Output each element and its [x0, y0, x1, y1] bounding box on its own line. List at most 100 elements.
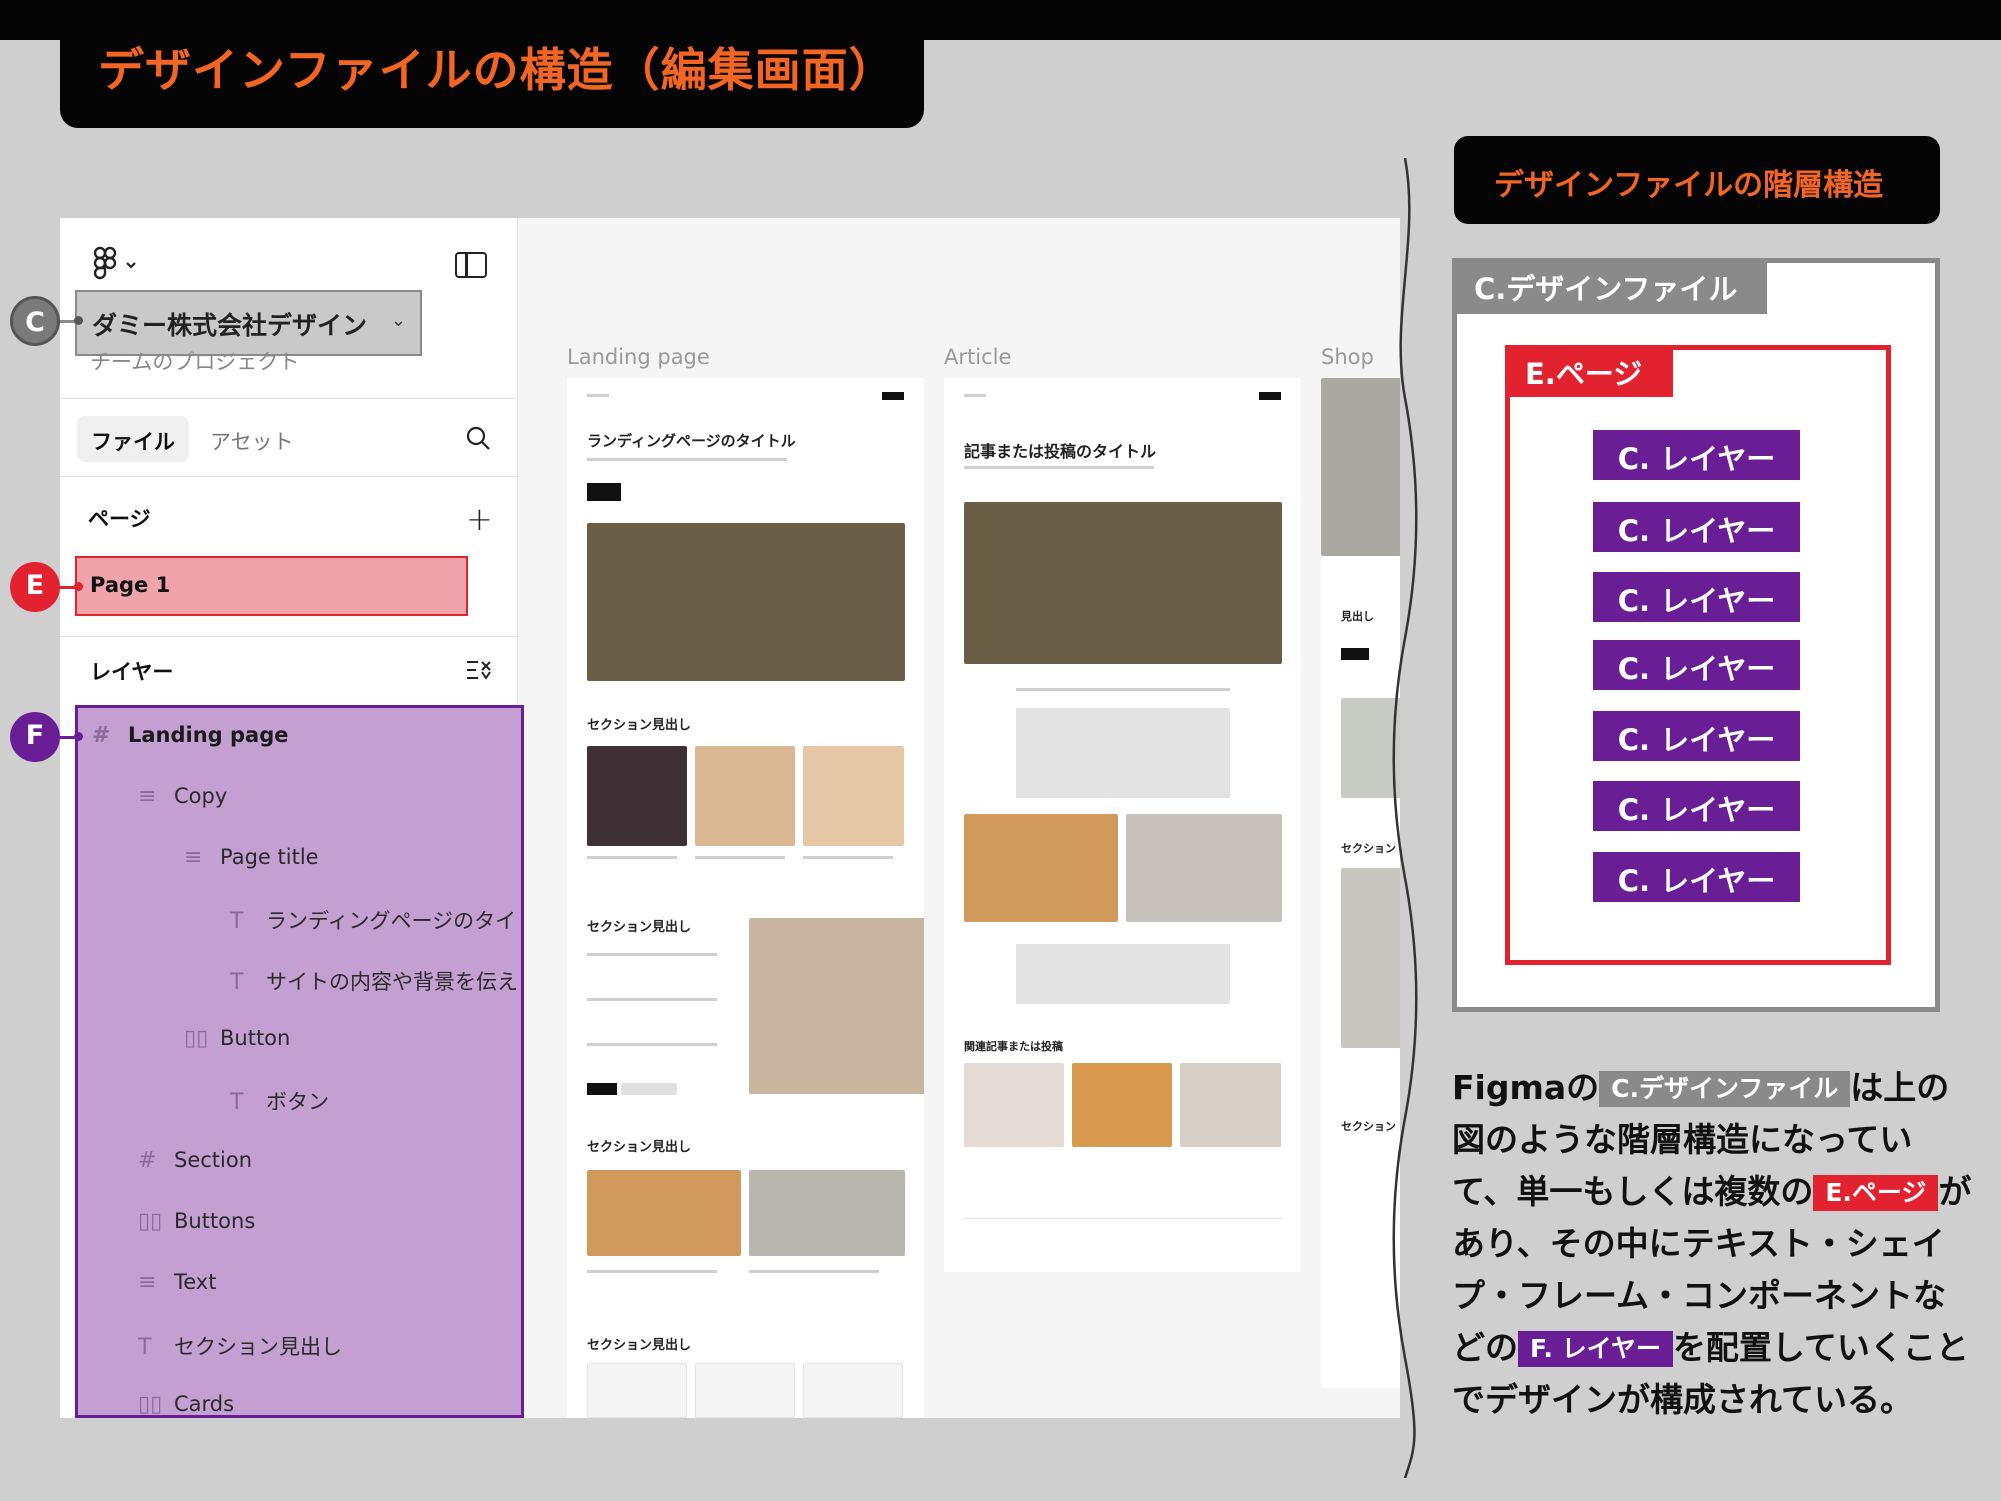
marker-f: F: [10, 712, 60, 762]
auto-layout-icon: ≡: [184, 845, 203, 870]
figma-logo-icon[interactable]: [93, 246, 153, 286]
layer-label: Page title: [220, 845, 319, 869]
layer-tag: F. レイヤー: [1518, 1331, 1673, 1367]
testimonial-card: [803, 1363, 903, 1418]
wavy-divider: [1392, 158, 1418, 1478]
layer-item[interactable]: T ランディングページのタイ: [230, 905, 516, 945]
text-line: [695, 856, 785, 859]
layer-chip: C. レイヤー: [1593, 781, 1800, 831]
landing-title: ランディングページのタイトル: [587, 432, 796, 450]
layer-label: Text: [174, 1270, 217, 1294]
layer-chip: C. レイヤー: [1593, 711, 1800, 761]
footer-divider: [964, 1218, 1282, 1219]
section-image: [749, 918, 924, 1094]
related-image: [1180, 1063, 1281, 1147]
section-image: [749, 1170, 905, 1256]
text-line: [1016, 688, 1230, 691]
team-name: チームのプロジェクト: [90, 350, 300, 374]
page-item-page-1[interactable]: Page 1: [75, 556, 468, 616]
page-box: E.ページ C. レイヤー C. レイヤー C. レイヤー C. レイヤー C.…: [1505, 345, 1891, 965]
add-page-icon[interactable]: +: [466, 500, 493, 538]
layer-label: Copy: [174, 784, 228, 808]
article-frame[interactable]: 記事または投稿のタイトル 関連記事または投稿: [944, 378, 1301, 1272]
marker-dot: [74, 732, 83, 741]
layer-chip: C. レイヤー: [1593, 502, 1800, 552]
frame-icon: #: [92, 723, 111, 748]
section-heading: セクション見出し: [587, 920, 692, 935]
frame-label-article[interactable]: Article: [944, 345, 1011, 369]
layer-item[interactable]: T ボタン: [230, 1086, 329, 1126]
marker-dot: [74, 316, 83, 325]
layer-label: ランディングページのタイ: [266, 909, 517, 933]
body-text-block: [1016, 708, 1230, 798]
landing-page-frame[interactable]: ランディングページのタイトル セクション見出し セクション見出し セクション見出…: [567, 378, 924, 1418]
layer-item[interactable]: ≡ Page title: [184, 845, 319, 885]
layer-item[interactable]: T セクション見出し: [138, 1331, 342, 1371]
mini-button: [621, 1083, 677, 1095]
left-sidebar: ダミー株式会社デザイン ⌄ チームのプロジェクト ファイル アセット ページ +…: [60, 218, 524, 1418]
title-banner: デザインファイルの構造（編集画面）: [60, 0, 924, 128]
layer-item[interactable]: ▯▯ Buttons: [138, 1209, 255, 1249]
component-icon: ▯▯: [184, 1026, 209, 1051]
layer-label: サイトの内容や背景を伝え: [266, 970, 518, 994]
layer-item[interactable]: T サイトの内容や背景を伝え: [230, 966, 518, 1006]
page-label: E.ページ: [1505, 345, 1673, 397]
nav-button: [882, 392, 904, 400]
frame-label-shop[interactable]: Shop: [1321, 345, 1374, 369]
layer-item[interactable]: ≡ Copy: [138, 784, 227, 824]
layer-chip: C. レイヤー: [1593, 852, 1800, 902]
panel-toggle-icon[interactable]: [455, 252, 487, 278]
section-heading: セクション見出し: [587, 718, 692, 733]
tab-assets[interactable]: アセット: [210, 426, 294, 456]
marker-c: C: [10, 296, 60, 346]
layer-sort-icon[interactable]: [466, 658, 492, 682]
page-tag: E.ページ: [1813, 1175, 1939, 1211]
shop-heading: 見出し: [1341, 610, 1374, 623]
layer-item[interactable]: # Landing page: [92, 723, 289, 763]
layer-label: Buttons: [174, 1209, 256, 1233]
related-image: [964, 1063, 1064, 1147]
section-heading: セクション見出し: [587, 1140, 692, 1155]
text-line: [964, 466, 1154, 469]
layer-tree: # Landing page ≡ Copy ≡ Page title T ランディングペ…: [75, 705, 524, 1418]
layer-label: ボタン: [266, 1090, 329, 1114]
article-title: 記事または投稿のタイトル: [964, 442, 1157, 461]
text-icon: T: [230, 970, 244, 995]
description-part: Figmaの: [1452, 1068, 1600, 1107]
text-line: [803, 856, 893, 859]
frame-icon: #: [138, 1148, 157, 1173]
layers-label: レイヤー: [90, 660, 174, 684]
hierarchy-title-banner: デザインファイルの階層構造: [1454, 136, 1940, 224]
marker-dot: [74, 582, 83, 591]
layer-label: Landing page: [128, 723, 289, 747]
text-icon: T: [230, 909, 244, 934]
hero-image: [587, 523, 905, 681]
description-text: Figmaの C.デザインファイル は上の図のような階層構造になっていて、単一もしく…: [1452, 1062, 1972, 1426]
chevron-down-icon: ⌄: [390, 310, 406, 331]
site-logo: [587, 394, 609, 397]
tab-file[interactable]: ファイル: [77, 416, 189, 462]
divider: [60, 636, 518, 637]
text-icon: T: [230, 1090, 244, 1115]
text-line: [587, 998, 717, 1001]
pages-label: ページ: [88, 507, 151, 531]
section-heading: セクション見出し: [587, 1338, 692, 1353]
frame-label-landing[interactable]: Landing page: [567, 345, 710, 369]
text-line: [587, 1270, 717, 1273]
hierarchy-title: デザインファイルの階層構造: [1494, 168, 1884, 203]
layer-item[interactable]: ▯▯ Cards: [138, 1392, 234, 1415]
layer-chip: C. レイヤー: [1593, 640, 1800, 690]
design-file-box: C.デザインファイル E.ページ C. レイヤー C. レイヤー C. レイヤー…: [1452, 258, 1940, 1012]
text-line: [587, 856, 677, 859]
layer-item[interactable]: ▯▯ Button: [184, 1026, 290, 1066]
card-image: [695, 746, 795, 846]
article-image: [1126, 814, 1282, 922]
card-image: [803, 746, 904, 846]
layer-item[interactable]: ≡ Text: [138, 1270, 216, 1310]
layer-item[interactable]: # Section: [138, 1148, 252, 1188]
mini-button: [1341, 648, 1369, 660]
search-icon[interactable]: [466, 426, 490, 450]
related-heading: 関連記事または投稿: [964, 1040, 1063, 1053]
text-line: [749, 1270, 879, 1273]
figma-window: ダミー株式会社デザイン ⌄ チームのプロジェクト ファイル アセット ページ +…: [60, 218, 1400, 1418]
